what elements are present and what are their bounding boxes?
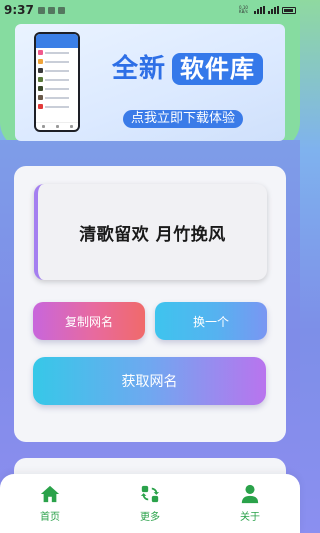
notification-icons bbox=[37, 6, 65, 14]
bottom-navigation: 首页 更多 关于 bbox=[0, 474, 300, 533]
phone-mockup-image bbox=[34, 32, 80, 132]
download-banner[interactable]: 全新 软件库 点我立即下载体验 bbox=[15, 24, 285, 141]
nav-item-more[interactable]: 更多 bbox=[115, 484, 185, 523]
nav-item-about[interactable]: 关于 bbox=[215, 484, 285, 523]
battery-icon bbox=[282, 6, 296, 14]
banner-download-button[interactable]: 点我立即下载体验 bbox=[123, 110, 244, 128]
nickname-result-text: 清歌留欢 月竹挽风 bbox=[79, 224, 226, 245]
get-nickname-button[interactable]: 获取网名 bbox=[33, 357, 266, 405]
status-bar: 9:37 0.10 KB/s bbox=[0, 0, 300, 20]
signal-icon bbox=[254, 6, 265, 14]
home-icon bbox=[40, 485, 60, 503]
net-speed: 0.10 KB/s bbox=[239, 5, 248, 14]
banner-title: 全新 软件库 bbox=[112, 52, 264, 86]
nickname-card: 清歌留欢 月竹挽风 复制网名 换一个 获取网名 bbox=[14, 166, 286, 442]
nav-label-more: 更多 bbox=[140, 512, 160, 523]
refresh-icon bbox=[140, 485, 160, 503]
nickname-result-box: 清歌留欢 月竹挽风 bbox=[34, 184, 267, 280]
switch-nickname-button[interactable]: 换一个 bbox=[155, 302, 267, 340]
notification-icon bbox=[47, 6, 55, 14]
status-right: 0.10 KB/s bbox=[239, 6, 296, 14]
nav-label-about: 关于 bbox=[240, 512, 260, 523]
banner-title-text: 全新 bbox=[112, 54, 167, 84]
signal-icon-2 bbox=[268, 6, 279, 14]
nav-label-home: 首页 bbox=[40, 512, 60, 523]
notification-icon bbox=[37, 6, 45, 14]
nav-item-home[interactable]: 首页 bbox=[15, 484, 85, 523]
notification-icon bbox=[57, 6, 65, 14]
banner-title-highlight: 软件库 bbox=[172, 53, 264, 85]
copy-nickname-button[interactable]: 复制网名 bbox=[33, 302, 145, 340]
status-time: 9:37 bbox=[4, 3, 34, 17]
user-icon bbox=[241, 484, 259, 504]
